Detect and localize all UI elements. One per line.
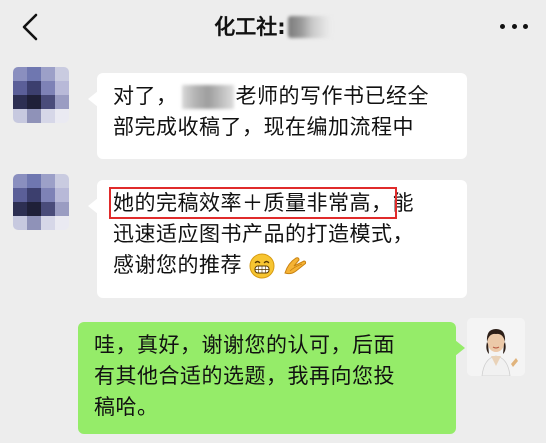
more-dots-icon[interactable] (500, 16, 528, 36)
user-portrait-icon (467, 318, 525, 376)
grin-emoji-icon (249, 253, 275, 279)
highlighted-text: 她的完稿效率＋质量非常高， (109, 187, 397, 219)
message-bubble-incoming[interactable]: 她的完稿效率＋质量非常高，能 迅速适应图书产品的打造模式， 感谢您的推荐 (88, 180, 467, 298)
message-line: 稿哈。 (94, 395, 159, 419)
message-bubble-outgoing[interactable]: 哇，真好，谢谢您的认可，后面 有其他合适的选题，我再向您投 稿哈。 (78, 322, 465, 434)
chat-title-area: 化工社: (0, 13, 546, 43)
clap-emoji-icon (284, 257, 307, 275)
title-blur-mask (287, 16, 332, 38)
chat-header: 化工社: (0, 0, 546, 52)
message-text: 老师的写作书已经全 (235, 84, 429, 108)
message-line: 她的完稿效率＋质量非常高，能 (109, 187, 453, 219)
contact-avatar[interactable] (13, 174, 69, 230)
contact-avatar[interactable] (13, 67, 69, 123)
message-line: 迅速适应图书产品的打造模式， (113, 222, 414, 246)
message-line: 部完成收稿了，现在编加流程中 (113, 115, 414, 139)
message-line: 对了， 老师的写作书已经全 (113, 81, 453, 112)
message-line: 有其他合适的选题，我再向您投 (94, 364, 395, 388)
user-avatar[interactable] (467, 318, 525, 376)
message-line: 感谢您的推荐 (113, 250, 453, 281)
message-text: 感谢您的推荐 (113, 253, 242, 277)
chat-title: 化工社: (214, 15, 286, 39)
message-text: 对了， (113, 84, 178, 108)
message-line: 哇，真好，谢谢您的认可，后面 (94, 333, 395, 357)
message-text: 能 (392, 191, 414, 215)
message-bubble-incoming[interactable]: 对了， 老师的写作书已经全 部完成收稿了，现在编加流程中 (88, 73, 467, 159)
name-blur-mask (181, 85, 234, 109)
